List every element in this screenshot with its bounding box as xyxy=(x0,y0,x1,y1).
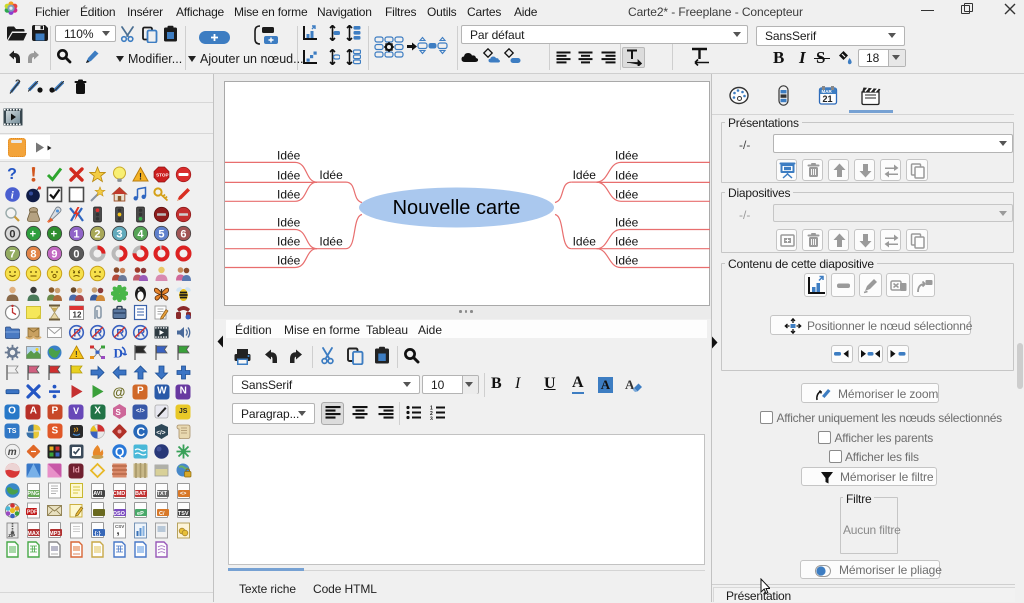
svg-text:21: 21 xyxy=(823,94,833,104)
svg-text:</>: </> xyxy=(156,429,166,436)
svg-text:0: 0 xyxy=(73,249,79,261)
svg-text:1: 1 xyxy=(73,229,79,241)
svg-text:7: 7 xyxy=(9,249,15,261)
svg-text:Idée: Idée xyxy=(277,254,301,268)
svg-text:Idée: Idée xyxy=(573,168,597,182)
svg-text:Idée: Idée xyxy=(277,235,301,249)
svg-text:STOP: STOP xyxy=(156,173,168,178)
svg-text:Idée: Idée xyxy=(277,216,301,230)
svg-text:!: ! xyxy=(139,172,142,182)
svg-text:3: 3 xyxy=(430,417,433,421)
svg-text:Idée: Idée xyxy=(615,216,639,230)
svg-text:Idée: Idée xyxy=(615,168,639,182)
svg-text:m: m xyxy=(7,447,16,458)
svg-text:3: 3 xyxy=(116,229,122,241)
svg-text:Idée: Idée xyxy=(277,187,301,201)
svg-text:Idée: Idée xyxy=(319,168,343,182)
svg-text:Q: Q xyxy=(115,444,124,458)
svg-text:Idée: Idée xyxy=(319,235,343,249)
svg-text:S: S xyxy=(115,408,121,417)
svg-text:0: 0 xyxy=(9,229,15,241)
svg-text:8: 8 xyxy=(30,249,36,261)
svg-text:Idée: Idée xyxy=(277,168,301,182)
svg-text:ZIP: ZIP xyxy=(8,533,15,538)
svg-text:C: C xyxy=(136,425,145,439)
svg-text:PDF: PDF xyxy=(27,509,37,515)
svg-text:Idée: Idée xyxy=(615,235,639,249)
svg-text:Idée: Idée xyxy=(277,148,301,162)
svg-text:12: 12 xyxy=(72,311,81,320)
svg-text:Idée: Idée xyxy=(615,148,639,162)
svg-text:5: 5 xyxy=(159,229,165,241)
svg-text:D: D xyxy=(113,345,122,360)
svg-text:Idée: Idée xyxy=(615,254,639,268)
svg-text:CSV: CSV xyxy=(115,523,124,528)
svg-text:6: 6 xyxy=(180,229,186,241)
svg-text:!: ! xyxy=(75,350,78,359)
svg-text:4: 4 xyxy=(137,229,144,241)
svg-text:2: 2 xyxy=(94,229,100,241)
svg-text:Idée: Idée xyxy=(615,187,639,201)
svg-text:+: + xyxy=(51,229,57,241)
svg-text:Nouvelle carte: Nouvelle carte xyxy=(393,197,521,219)
svg-text:9: 9 xyxy=(52,249,58,261)
svg-text:Idée: Idée xyxy=(573,235,597,249)
svg-text:+: + xyxy=(29,229,35,241)
